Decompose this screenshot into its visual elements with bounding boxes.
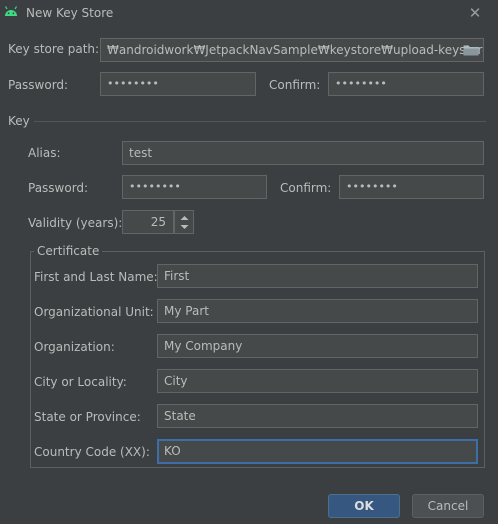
first-last-name-input[interactable]: First xyxy=(157,264,478,288)
key-confirm-label: Confirm: xyxy=(280,181,332,195)
window-title: New Key Store xyxy=(26,6,114,20)
keystore-path-label: Key store path: xyxy=(8,42,100,56)
certificate-legend: Certificate xyxy=(34,244,103,258)
cancel-button[interactable]: Cancel xyxy=(412,494,484,518)
keystore-password-input[interactable]: •••••••• xyxy=(100,72,256,96)
key-section-divider xyxy=(34,121,486,122)
state-province-input[interactable]: State xyxy=(157,404,478,428)
spinner-arrows-icon[interactable] xyxy=(179,214,190,231)
keystore-path-input[interactable]: ₩androidwork₩JetpackNavSample₩keystore₩u… xyxy=(100,38,484,62)
keystore-confirm-input[interactable]: •••••••• xyxy=(328,72,484,96)
organizational-unit-label: Organizational Unit: xyxy=(34,305,154,319)
organization-label: Organization: xyxy=(34,340,115,354)
validity-label: Validity (years): xyxy=(28,216,123,230)
alias-label: Alias: xyxy=(28,146,61,160)
keystore-confirm-label: Confirm: xyxy=(269,78,321,92)
key-password-input[interactable]: •••••••• xyxy=(122,175,267,199)
city-locality-input[interactable]: City xyxy=(157,369,478,393)
close-icon[interactable]: ✕ xyxy=(466,4,484,22)
key-section-label: Key xyxy=(8,114,30,128)
validity-input[interactable]: 25 xyxy=(122,210,174,234)
organizational-unit-input[interactable]: My Part xyxy=(157,299,478,323)
ok-button[interactable]: OK xyxy=(328,494,400,518)
organization-input[interactable]: My Company xyxy=(157,334,478,358)
keystore-password-label: Password: xyxy=(8,78,69,92)
key-confirm-input[interactable]: •••••••• xyxy=(339,175,484,199)
country-code-label: Country Code (XX): xyxy=(34,445,150,459)
folder-icon[interactable] xyxy=(463,44,479,56)
country-code-input[interactable]: KO xyxy=(157,439,478,464)
state-province-label: State or Province: xyxy=(34,410,141,424)
key-password-label: Password: xyxy=(28,181,89,195)
alias-input[interactable]: test xyxy=(122,141,484,165)
first-last-name-label: First and Last Name: xyxy=(34,270,158,284)
city-locality-label: City or Locality: xyxy=(34,375,127,389)
android-icon xyxy=(4,6,18,16)
validity-spinner[interactable] xyxy=(174,210,194,234)
